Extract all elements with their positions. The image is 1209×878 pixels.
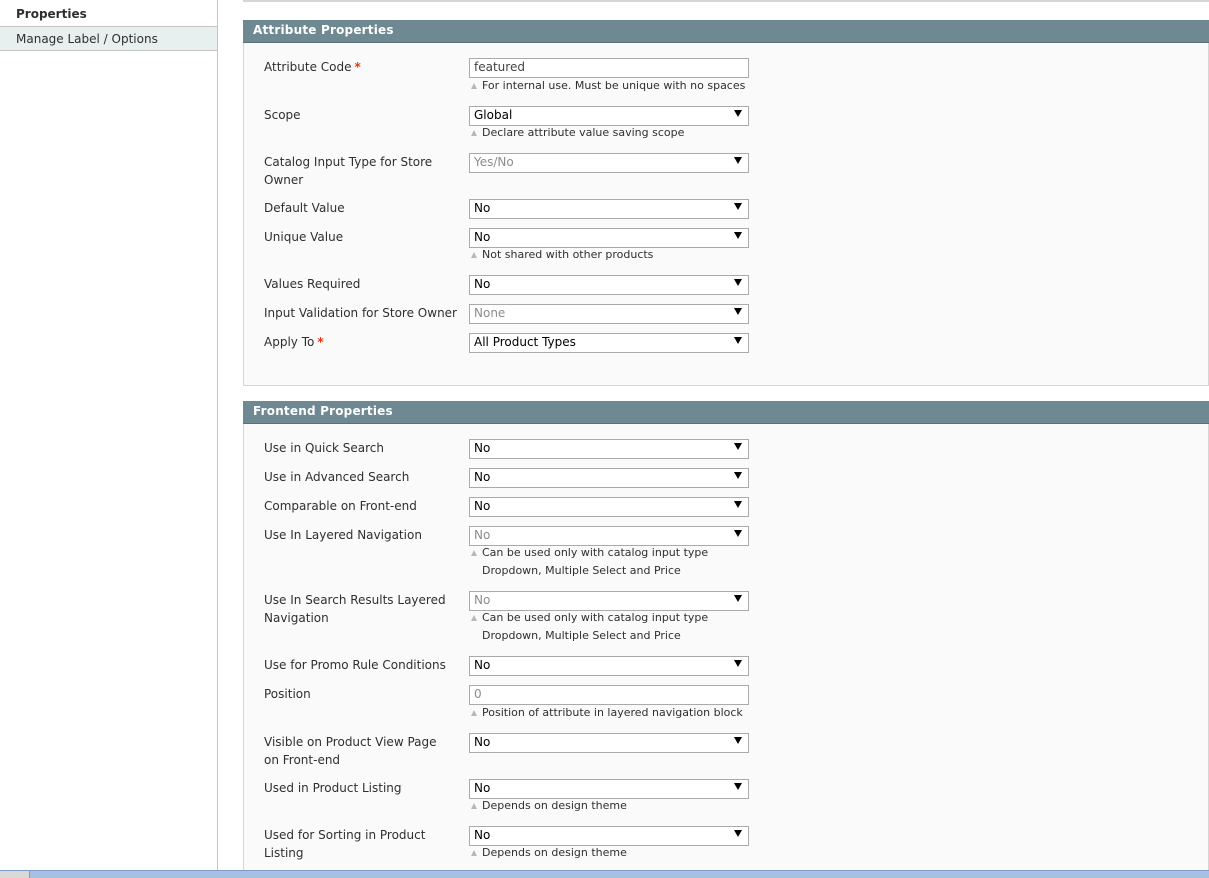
scope-note: Declare attribute value saving scope	[471, 124, 771, 142]
default-value-select[interactable]: No	[469, 199, 749, 219]
dropdown-arrow-icon	[734, 472, 742, 479]
attribute-code-label: Attribute Code *	[264, 60, 361, 74]
dropdown-arrow-icon	[734, 157, 742, 164]
input-validation-label: Input Validation for Store Owner	[264, 306, 457, 320]
search-layered-nav-select: No	[469, 591, 749, 611]
attribute-properties-header: Attribute Properties	[243, 20, 1209, 43]
frontend-properties-header: Frontend Properties	[243, 401, 1209, 424]
values-required-label: Values Required	[264, 277, 361, 291]
search-layered-nav-note: Can be used only with catalog input type…	[471, 609, 771, 645]
position-label: Position	[264, 687, 311, 701]
visible-on-view-select[interactable]: No	[469, 733, 749, 753]
catalog-input-type-label: Catalog Input Type for Store Owner	[264, 155, 433, 187]
advanced-search-label: Use in Advanced Search	[264, 470, 410, 484]
position-input[interactable]: 0	[469, 685, 749, 705]
frontend-properties-title: Frontend Properties	[253, 404, 393, 418]
required-marker: *	[317, 335, 324, 349]
unique-value-label: Unique Value	[264, 230, 344, 244]
dropdown-arrow-icon	[734, 337, 742, 344]
note-arrow-icon	[471, 130, 477, 136]
comparable-label: Comparable on Front-end	[264, 499, 417, 513]
product-listing-select[interactable]: No	[469, 779, 749, 799]
layered-nav-select: No	[469, 526, 749, 546]
sidebar-tabs: Properties Manage Label / Options	[0, 0, 218, 870]
dropdown-arrow-icon	[734, 530, 742, 537]
search-layered-nav-label: Use In Search Results Layered Navigation	[264, 593, 446, 625]
dropdown-arrow-icon	[734, 110, 742, 117]
dropdown-arrow-icon	[734, 595, 742, 602]
sorting-select[interactable]: No	[469, 826, 749, 846]
dropdown-arrow-icon	[734, 203, 742, 210]
comparable-select[interactable]: No	[469, 497, 749, 517]
sorting-note: Depends on design theme	[471, 844, 771, 862]
apply-to-label: Apply To *	[264, 335, 324, 349]
product-listing-note: Depends on design theme	[471, 797, 771, 815]
attribute-code-input[interactable]: featured	[469, 58, 749, 78]
required-marker: *	[354, 60, 361, 74]
dropdown-arrow-icon	[734, 501, 742, 508]
dropdown-arrow-icon	[734, 232, 742, 239]
dropdown-arrow-icon	[734, 783, 742, 790]
advanced-search-select[interactable]: No	[469, 468, 749, 488]
dropdown-arrow-icon	[734, 660, 742, 667]
attribute-properties-title: Attribute Properties	[253, 23, 394, 37]
scope-select[interactable]: Global	[469, 106, 749, 126]
tab-properties-label: Properties	[16, 7, 87, 21]
input-validation-select: None	[469, 304, 749, 324]
tab-manage-label-options-label: Manage Label / Options	[16, 32, 158, 46]
dropdown-arrow-icon	[734, 830, 742, 837]
quick-search-select[interactable]: No	[469, 439, 749, 459]
product-listing-label: Used in Product Listing	[264, 781, 402, 795]
note-arrow-icon	[471, 803, 477, 809]
dropdown-arrow-icon	[734, 279, 742, 286]
sorting-label: Used for Sorting in Product Listing	[264, 828, 426, 860]
quick-search-label: Use in Quick Search	[264, 441, 384, 455]
default-value-label: Default Value	[264, 201, 345, 215]
values-required-select[interactable]: No	[469, 275, 749, 295]
top-divider	[243, 0, 1209, 2]
note-arrow-icon	[471, 252, 477, 258]
promo-rule-select[interactable]: No	[469, 656, 749, 676]
note-arrow-icon	[471, 710, 477, 716]
tab-properties[interactable]: Properties	[0, 3, 217, 27]
dropdown-arrow-icon	[734, 737, 742, 744]
tab-manage-label-options[interactable]: Manage Label / Options	[0, 27, 217, 51]
position-note: Position of attribute in layered navigat…	[471, 704, 771, 722]
note-arrow-icon	[471, 850, 477, 856]
promo-rule-label: Use for Promo Rule Conditions	[264, 658, 446, 672]
scope-label: Scope	[264, 108, 301, 122]
catalog-input-type-select: Yes/No	[469, 153, 749, 173]
attribute-code-note: For internal use. Must be unique with no…	[471, 77, 771, 95]
note-arrow-icon	[471, 615, 477, 621]
unique-value-note: Not shared with other products	[471, 246, 771, 264]
unique-value-select[interactable]: No	[469, 228, 749, 248]
note-arrow-icon	[471, 550, 477, 556]
note-arrow-icon	[471, 83, 477, 89]
visible-on-view-label: Visible on Product View Page on Front-en…	[264, 735, 437, 767]
dropdown-arrow-icon	[734, 308, 742, 315]
layered-nav-note: Can be used only with catalog input type…	[471, 544, 771, 580]
layered-nav-label: Use In Layered Navigation	[264, 528, 422, 542]
dropdown-arrow-icon	[734, 443, 742, 450]
apply-to-select[interactable]: All Product Types	[469, 333, 749, 353]
